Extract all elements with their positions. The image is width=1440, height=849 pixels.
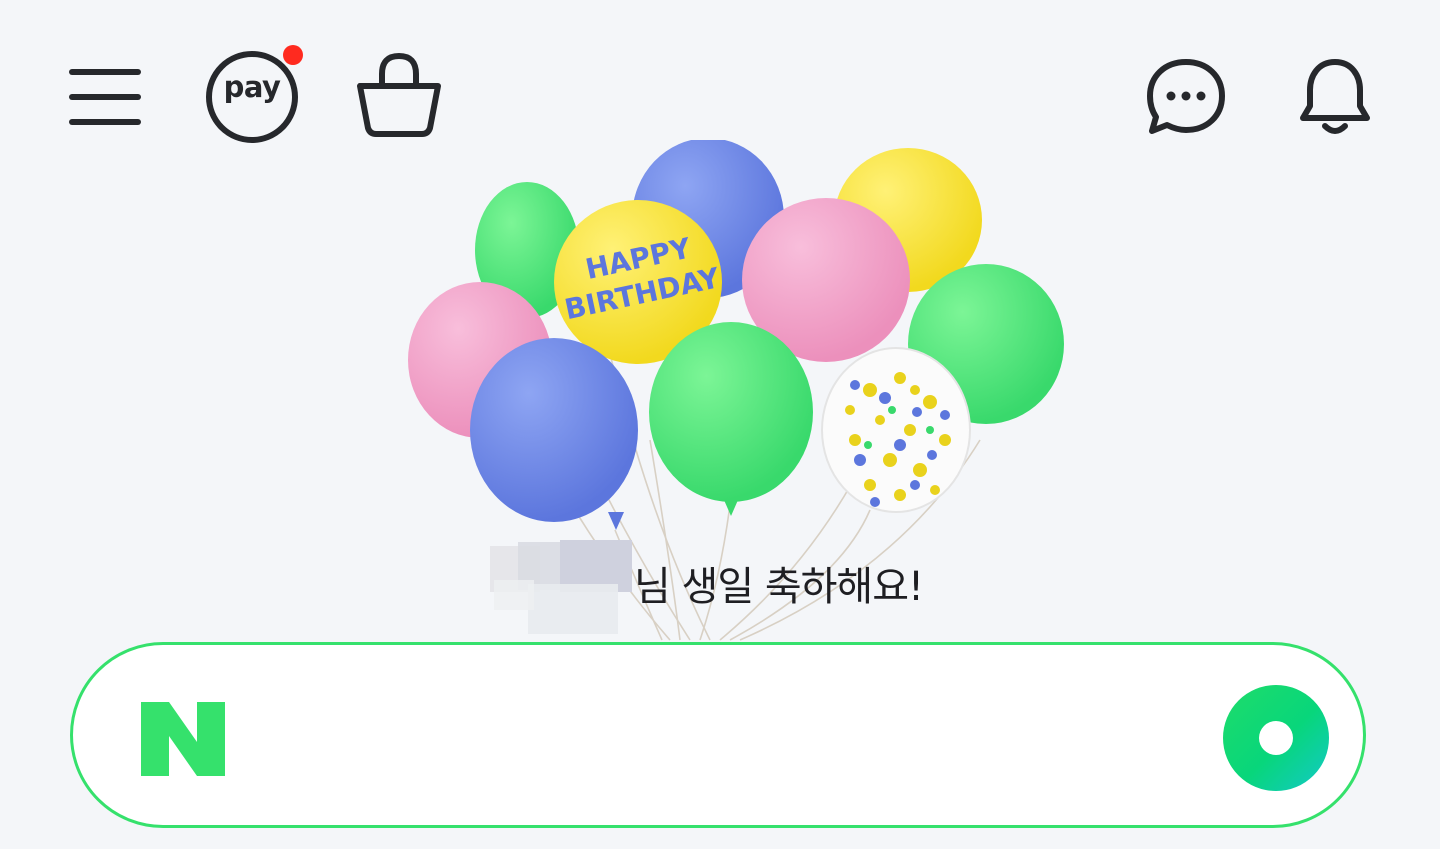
talk-button[interactable] [1144,56,1228,138]
naver-logo-icon [141,702,225,776]
notification-button[interactable] [1296,56,1374,138]
notification-dot [283,45,303,65]
birthday-greeting: 님 생일 축하해요! [488,540,948,636]
chat-bubble-icon [1147,59,1225,134]
shopping-bag-icon [357,53,441,137]
menu-button[interactable] [66,64,144,130]
confetti-balloon [821,347,971,513]
green-dot-icon [1223,685,1329,791]
menu-icon [69,69,141,125]
top-bar: pay [0,0,1440,160]
search-input[interactable] [263,705,1187,773]
search-bar[interactable] [70,642,1366,828]
bell-icon [1300,59,1370,134]
pay-label: pay [223,70,281,104]
greeting-text: 님 생일 축하해요! [634,564,924,610]
blurred-user-name [490,540,632,634]
shopping-button[interactable] [352,50,446,140]
green-dot-button[interactable] [1223,685,1329,791]
